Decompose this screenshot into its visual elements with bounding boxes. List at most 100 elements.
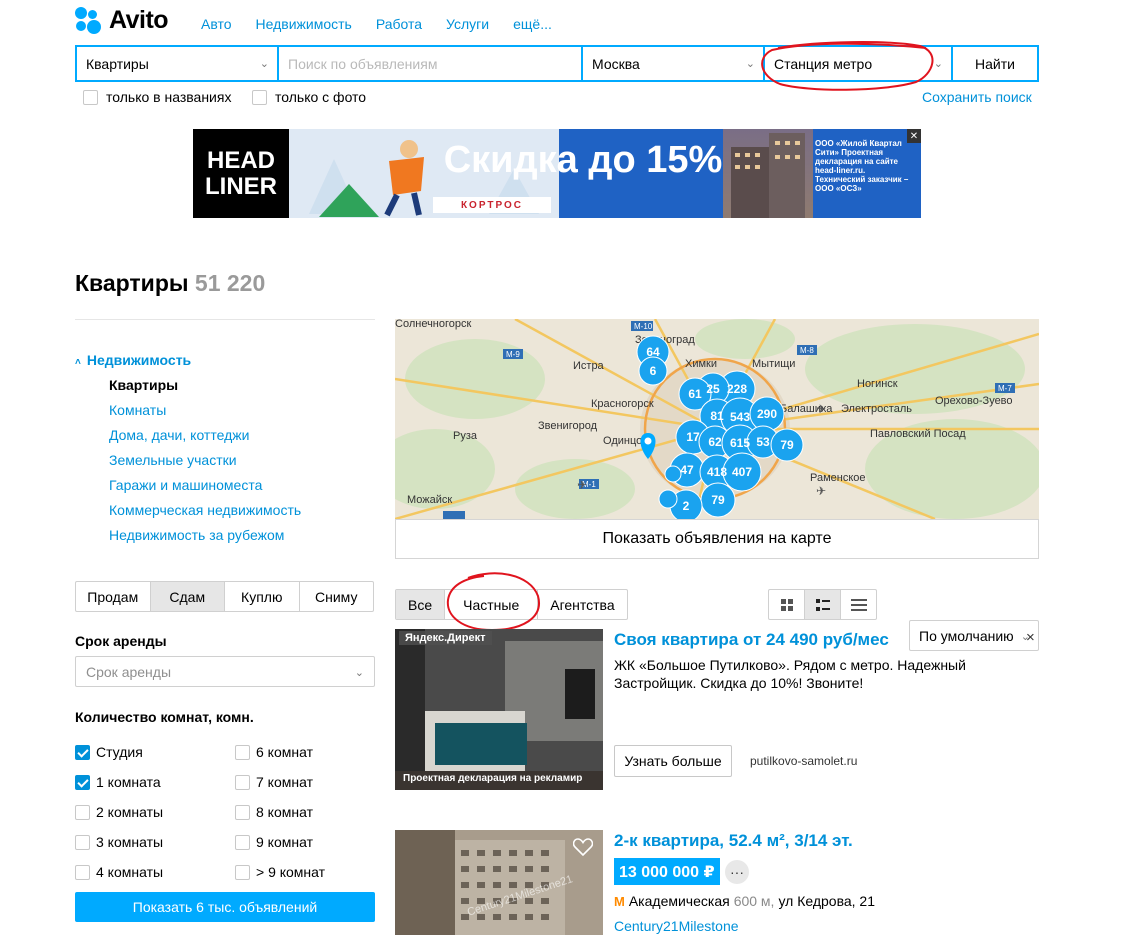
sidebar-item-commercial[interactable]: Коммерческая недвижимость — [109, 502, 301, 527]
rooms-option[interactable]: 3 комнаты — [75, 834, 235, 850]
category-select[interactable]: Квартиры ⌄ — [77, 47, 277, 80]
listing-image[interactable]: Century21Milestone21 — [395, 830, 603, 935]
listing-seller[interactable]: Century21Milestone — [614, 918, 739, 934]
ad-banner[interactable]: HEAD LINER Скидка до 15% КОРТРОС ООО «Жи… — [193, 129, 921, 218]
region-select-value: Москва — [592, 55, 640, 72]
cluster-count: 81 — [710, 409, 724, 423]
rent-term-select[interactable]: Срок аренды ⌄ — [75, 656, 375, 687]
room-checkbox[interactable] — [235, 804, 250, 820]
deal-type-sell[interactable]: Продам — [76, 582, 151, 611]
sidebar-item-apartments[interactable]: Квартиры — [109, 377, 301, 402]
only-titles-checkbox[interactable] — [83, 89, 98, 105]
category-list: Квартиры Комнаты Дома, дачи, коттеджи Зе… — [109, 377, 301, 552]
rooms-option[interactable]: 7 комнат — [235, 774, 313, 790]
sidebar-item-abroad[interactable]: Недвижимость за рубежом — [109, 527, 301, 552]
room-checkbox[interactable] — [235, 864, 250, 880]
room-checkbox[interactable] — [235, 744, 250, 760]
sidebar-item-houses[interactable]: Дома, дачи, коттеджи — [109, 427, 301, 452]
banner-close-icon[interactable]: ✕ — [907, 129, 921, 143]
room-option-label: Студия — [96, 744, 143, 760]
rent-term-placeholder: Срок аренды — [86, 663, 172, 680]
map-place-label: Руза — [453, 430, 478, 442]
nav-link-more[interactable]: ещё... — [513, 16, 552, 32]
sort-select-value: По умолчанию — [919, 627, 1014, 644]
cluster-count: 418 — [707, 465, 727, 479]
chevron-down-icon: ⌄ — [259, 58, 269, 70]
nav-link-jobs[interactable]: Работа — [376, 16, 422, 32]
room-checkbox[interactable] — [75, 834, 90, 850]
ad-domain[interactable]: putilkovo-samolet.ru — [750, 754, 857, 768]
cluster-count: 17 — [686, 430, 700, 444]
cluster-count: 64 — [646, 345, 660, 359]
room-checkbox[interactable] — [75, 774, 90, 790]
room-checkbox[interactable] — [235, 834, 250, 850]
show-on-map-button[interactable]: Показать объявления на карте — [395, 519, 1039, 559]
rooms-option[interactable]: > 9 комнат — [235, 864, 325, 880]
rooms-label: Количество комнат, комн. — [75, 709, 254, 725]
avito-logo-icon — [75, 6, 103, 35]
room-option-label: 1 комната — [96, 774, 161, 790]
cluster-count: 79 — [711, 493, 725, 507]
search-input-placeholder: Поиск по объявлениям — [288, 55, 438, 72]
sort-select[interactable]: По умолчанию ⌄ — [909, 620, 1039, 651]
only-photo-option[interactable]: только с фото — [252, 89, 366, 105]
rooms-option[interactable]: 9 комнат — [235, 834, 313, 850]
map-place-label: Мытищи — [752, 358, 795, 370]
ad-title[interactable]: Своя квартира от 24 490 руб/мес — [614, 630, 889, 650]
sidebar-item-rooms[interactable]: Комнаты — [109, 402, 301, 427]
compact-list-button[interactable] — [841, 590, 876, 619]
road-label: M-10 — [634, 322, 653, 331]
listing-title[interactable]: 2-к квартира, 52.4 м², 3/14 эт. — [614, 831, 853, 851]
nav-link-services[interactable]: Услуги — [446, 16, 489, 32]
room-checkbox[interactable] — [75, 744, 90, 760]
search-submit-button[interactable]: Найти — [953, 47, 1037, 80]
rooms-option[interactable]: 2 комнаты — [75, 804, 235, 820]
nav-link-auto[interactable]: Авто — [201, 16, 232, 32]
room-checkbox[interactable] — [75, 804, 90, 820]
map-place-label: Электросталь — [841, 403, 912, 415]
grid-view-button[interactable] — [769, 590, 805, 619]
ad-image[interactable]: Яндекс.Директ Проектная декларация на ре… — [395, 629, 603, 790]
sidebar-item-land[interactable]: Земельные участки — [109, 452, 301, 477]
ad-image-caption: Проектная декларация на рекламир — [403, 773, 583, 784]
more-actions-button[interactable]: ··· — [725, 860, 749, 884]
room-option-label: > 9 комнат — [256, 864, 326, 880]
ad-source-badge: Яндекс.Директ — [399, 631, 492, 645]
map-preview[interactable]: M-10 M-9 M-8 M-7 M-1 Солнечногорск Зелен… — [395, 319, 1039, 519]
seller-type-agency[interactable]: Агентства — [538, 590, 626, 619]
map-place-label: Можайск — [407, 494, 452, 506]
heart-icon[interactable] — [573, 838, 593, 856]
avito-logo[interactable]: Avito — [75, 6, 169, 35]
ad-learn-more-button[interactable]: Узнать больше — [614, 745, 732, 777]
only-titles-option[interactable]: только в названиях — [83, 89, 231, 105]
map-cluster — [658, 489, 678, 509]
room-checkbox[interactable] — [75, 864, 90, 880]
cluster-count: 407 — [732, 465, 752, 479]
search-input[interactable]: Поиск по объявлениям — [279, 47, 581, 80]
rooms-option[interactable]: 1 комната — [75, 774, 235, 790]
room-checkbox[interactable] — [235, 774, 250, 790]
rooms-option[interactable]: 8 комнат — [235, 804, 313, 820]
annotation-circle-metro — [761, 41, 934, 91]
rooms-option[interactable]: 6 комнат — [235, 744, 313, 760]
rooms-option[interactable]: Студия — [75, 744, 235, 760]
sidebar-divider — [75, 319, 375, 320]
region-select[interactable]: Москва ⌄ — [583, 47, 763, 80]
room-option-label: 4 комнаты — [96, 864, 164, 880]
list-view-button[interactable] — [805, 590, 841, 619]
deal-type-buy[interactable]: Куплю — [225, 582, 300, 611]
deal-type-rent[interactable]: Сдам — [150, 582, 225, 611]
deal-type-rent-seek[interactable]: Сниму — [300, 582, 374, 611]
list-view-icon — [815, 598, 830, 611]
nav-link-realty[interactable]: Недвижимость — [256, 16, 352, 32]
category-root[interactable]: ˄ Недвижимость — [75, 352, 191, 368]
show-results-button[interactable]: Показать 6 тыс. объявлений — [75, 892, 375, 922]
ad-close-icon[interactable]: × — [1026, 629, 1035, 646]
banner-developer: КОРТРОС — [433, 197, 551, 213]
room-option-label: 6 комнат — [256, 744, 313, 760]
sidebar-item-garages[interactable]: Гаражи и машиноместа — [109, 477, 301, 502]
rooms-option[interactable]: 4 комнаты — [75, 864, 235, 880]
only-photo-checkbox[interactable] — [252, 89, 267, 105]
seller-type-all[interactable]: Все — [396, 590, 446, 619]
room-option-label: 2 комнаты — [96, 804, 164, 820]
